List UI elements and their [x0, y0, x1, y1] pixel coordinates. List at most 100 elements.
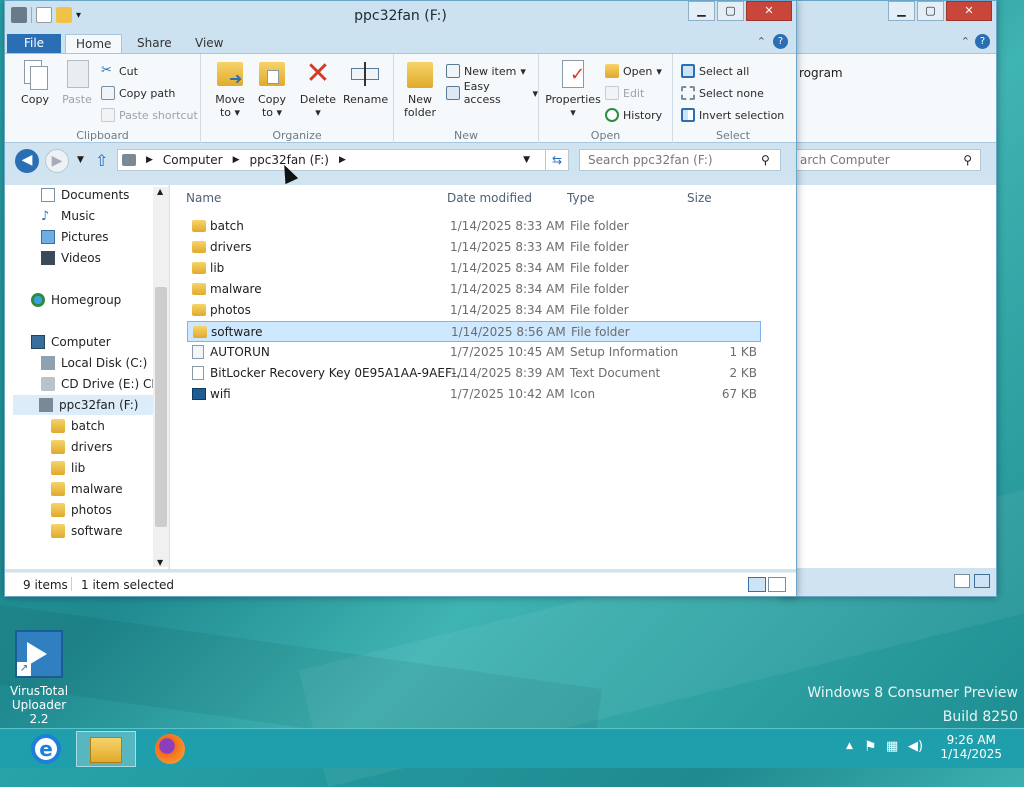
scroll-up-icon[interactable]: ▲: [157, 187, 163, 196]
easy-access-button[interactable]: Easy access ▾: [446, 80, 538, 106]
action-center-flag-icon[interactable]: ⚑: [864, 739, 877, 755]
clock-time: 9:26 AM: [946, 733, 996, 747]
nav-item-cd-drive[interactable]: CD Drive (E:) CDF: [41, 374, 168, 394]
new-item-button[interactable]: New item ▾: [446, 62, 526, 80]
breadcrumb[interactable]: ▶ Computer ▶ ppc32fan (F:) ▶ ▼: [117, 149, 547, 171]
tab-share[interactable]: Share: [127, 34, 182, 53]
music-icon: ♪: [41, 209, 50, 224]
file-row[interactable]: drivers 1/14/2025 8:33 AM File folder: [187, 237, 761, 258]
copy-path-button[interactable]: Copy path: [101, 84, 175, 102]
file-row[interactable]: BitLocker Recovery Key 0E95A1AA-9AEF-...…: [187, 363, 761, 384]
invert-selection-button[interactable]: Invert selection: [681, 106, 784, 124]
recent-locations-icon[interactable]: ▼: [77, 155, 84, 165]
minimize-button[interactable]: ▁: [688, 1, 715, 21]
copy-to-button[interactable]: Copy to ▾: [253, 58, 291, 119]
tiles-view-icon[interactable]: [974, 574, 990, 588]
details-view-icon[interactable]: [748, 577, 766, 592]
network-icon[interactable]: ▦: [886, 739, 898, 754]
clock[interactable]: 9:26 AM 1/14/2025: [940, 733, 1002, 761]
history-button[interactable]: History: [605, 106, 662, 124]
details-view-icon[interactable]: [954, 574, 970, 588]
paste-shortcut-button[interactable]: Paste shortcut: [101, 106, 198, 124]
nav-scrollbar[interactable]: ▲ ▼: [153, 187, 169, 567]
explorer-window[interactable]: ▾ ppc32fan (F:) ▁ ▢ ✕ File Home Share Vi…: [4, 0, 797, 597]
file-row[interactable]: lib 1/14/2025 8:34 AM File folder: [187, 258, 761, 279]
taskbar-internet-explorer[interactable]: e: [16, 731, 76, 767]
background-explorer-window[interactable]: ▁ ▢ ✕ ⌃ ? rogram arch Computer ⚲: [780, 0, 997, 597]
help-icon[interactable]: ?: [773, 34, 788, 49]
ribbon-minimize-icon[interactable]: ⌃: [757, 35, 766, 48]
homegroup-icon: [31, 293, 45, 307]
tab-view[interactable]: View: [185, 34, 233, 53]
address-dropdown-icon[interactable]: ▼: [523, 155, 530, 165]
rename-button[interactable]: Rename: [343, 58, 388, 106]
file-list[interactable]: Name Date modified Type Size batch 1/14/2…: [170, 185, 796, 569]
minimize-button[interactable]: ▁: [888, 1, 915, 21]
copy-to-icon: [257, 58, 287, 90]
file-row[interactable]: software 1/14/2025 8:56 AM File folder: [187, 321, 761, 342]
nav-item-ppc32fan[interactable]: ppc32fan (F:): [13, 395, 153, 415]
file-row[interactable]: malware 1/14/2025 8:34 AM File folder: [187, 279, 761, 300]
file-row[interactable]: AUTORUN 1/7/2025 10:45 AM Setup Informatio…: [187, 342, 761, 363]
tab-home[interactable]: Home: [65, 34, 123, 53]
paste-button[interactable]: Paste: [59, 58, 95, 106]
taskbar-file-explorer[interactable]: [76, 731, 136, 767]
nav-item-local-disk[interactable]: Local Disk (C:): [41, 353, 147, 373]
nav-item-folder[interactable]: drivers: [51, 437, 113, 457]
move-to-button[interactable]: ➜ Move to ▾: [211, 58, 249, 119]
open-button[interactable]: Open ▾: [605, 62, 662, 80]
new-folder-button[interactable]: New folder: [400, 58, 440, 119]
nav-item-folder[interactable]: batch: [51, 416, 105, 436]
column-header-type[interactable]: Type: [567, 191, 595, 205]
large-icons-view-icon[interactable]: [768, 577, 786, 592]
column-header-size[interactable]: Size: [687, 191, 712, 205]
cut-button[interactable]: ✂ Cut: [101, 62, 138, 80]
column-header-name[interactable]: Name: [186, 191, 221, 205]
tab-file[interactable]: File: [7, 34, 61, 53]
column-header-date[interactable]: Date modified: [447, 191, 532, 205]
nav-item-pictures[interactable]: Pictures: [41, 227, 109, 247]
move-to-icon: ➜: [215, 58, 245, 90]
back-button[interactable]: ◀: [15, 149, 39, 173]
navigation-pane[interactable]: Documents ♪ Music Pictures Videos Homegro…: [5, 185, 169, 569]
taskbar-firefox[interactable]: [140, 731, 200, 767]
copy-button[interactable]: Copy: [17, 58, 53, 106]
volume-icon[interactable]: ◀): [908, 739, 923, 754]
desktop-icon-virustotal[interactable]: ↗ VirusTotal Uploader 2.2: [4, 630, 74, 726]
clipboard-group: Copy Paste ✂ Cut Copy path Paste shortcut…: [5, 54, 201, 144]
breadcrumb-computer[interactable]: Computer: [163, 153, 223, 167]
forward-button[interactable]: ▶: [45, 149, 69, 173]
nav-item-folder[interactable]: malware: [51, 479, 123, 499]
search-input[interactable]: arch Computer: [791, 149, 981, 171]
select-none-button[interactable]: Select none: [681, 84, 764, 102]
nav-item-folder[interactable]: lib: [51, 458, 85, 478]
file-row[interactable]: wifi 1/7/2025 10:42 AM Icon 67 KB: [187, 384, 761, 405]
ribbon-label-partial[interactable]: rogram: [799, 66, 843, 80]
close-button[interactable]: ✕: [946, 1, 992, 21]
select-all-button[interactable]: Select all: [681, 62, 749, 80]
show-hidden-icons-icon[interactable]: ▲: [846, 741, 853, 751]
ribbon-minimize-icon[interactable]: ⌃: [961, 35, 970, 48]
nav-item-music[interactable]: ♪ Music: [41, 206, 95, 226]
computer-icon: [31, 335, 45, 349]
up-arrow-icon[interactable]: ⇧: [95, 151, 108, 170]
nav-item-homegroup[interactable]: Homegroup: [31, 290, 121, 310]
nav-item-documents[interactable]: Documents: [41, 185, 129, 205]
nav-item-videos[interactable]: Videos: [41, 248, 101, 268]
close-button[interactable]: ✕: [746, 1, 792, 21]
maximize-button[interactable]: ▢: [917, 1, 944, 21]
help-icon[interactable]: ?: [975, 34, 990, 49]
nav-item-computer[interactable]: Computer: [31, 332, 111, 352]
search-input[interactable]: Search ppc32fan (F:): [579, 149, 781, 171]
edit-button[interactable]: Edit: [605, 84, 644, 102]
delete-button[interactable]: ✕ Delete ▾: [299, 58, 337, 120]
nav-item-folder[interactable]: software: [51, 521, 123, 541]
maximize-button[interactable]: ▢: [717, 1, 744, 21]
nav-item-folder[interactable]: photos: [51, 500, 112, 520]
file-row[interactable]: photos 1/14/2025 8:34 AM File folder: [187, 300, 761, 321]
scroll-thumb[interactable]: [155, 287, 167, 527]
properties-button[interactable]: ✓ Properties ▾: [543, 58, 603, 119]
file-row[interactable]: batch 1/14/2025 8:33 AM File folder: [187, 216, 761, 237]
scroll-down-icon[interactable]: ▼: [157, 558, 163, 567]
refresh-button[interactable]: ⇆: [545, 149, 569, 171]
